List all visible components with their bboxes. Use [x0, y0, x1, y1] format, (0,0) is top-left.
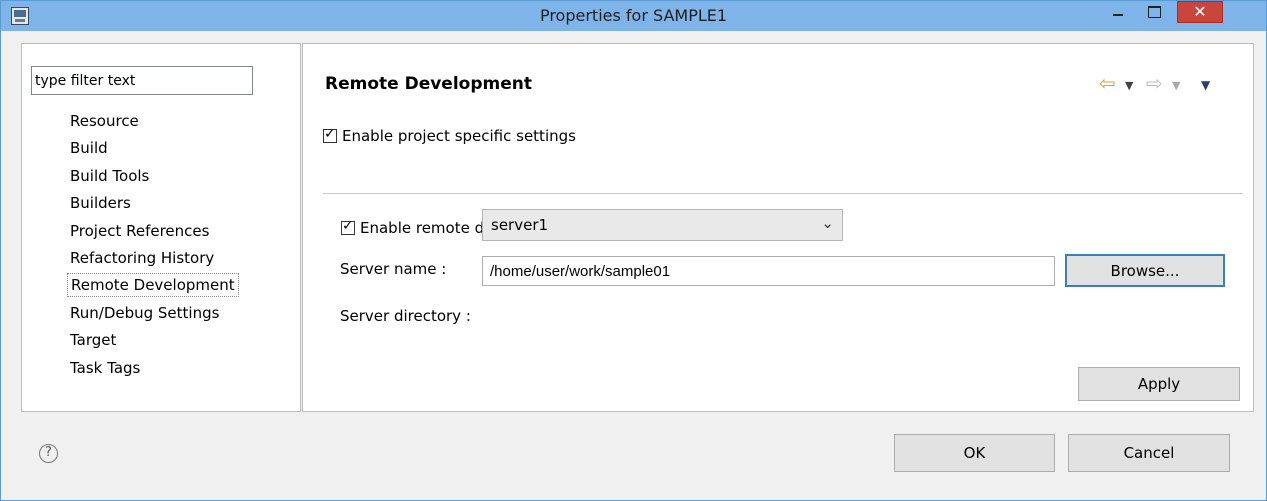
checkbox-icon: [341, 218, 355, 235]
help-icon[interactable]: ?: [39, 444, 58, 463]
checkbox-label: Enable project specific settings: [342, 127, 576, 145]
properties-dialog: Properties for SAMPLE1 ✕ Resource Build …: [0, 0, 1267, 501]
window-title: Properties for SAMPLE1: [539, 6, 728, 25]
chevron-down-icon: ⌄: [821, 214, 834, 232]
close-button[interactable]: ✕: [1177, 1, 1223, 23]
tree-item-label: Refactoring History: [70, 248, 215, 267]
tree-item-label: Run/Debug Settings: [70, 303, 220, 322]
server-directory-label: Server directory :: [340, 307, 471, 325]
tree-item-label: Builders: [70, 194, 131, 213]
close-icon: ✕: [1193, 2, 1207, 21]
tree-item-refactoring-history[interactable]: Refactoring History: [67, 248, 287, 275]
title-bar: Properties for SAMPLE1 ✕: [1, 1, 1266, 31]
server-name-label: Server name :: [340, 260, 447, 278]
forward-dropdown-icon[interactable]: ▼: [1172, 79, 1180, 92]
apply-button[interactable]: Apply: [1078, 367, 1240, 401]
view-menu-icon[interactable]: ▼: [1201, 78, 1210, 92]
tree-item-target[interactable]: Target: [67, 330, 287, 357]
preference-tree: Resource Build Build Tools Builders Proj…: [67, 111, 287, 385]
tree-item-label: Project References: [70, 221, 210, 240]
tree-item-build[interactable]: Build: [67, 138, 287, 165]
tree-item-resource[interactable]: Resource: [67, 111, 287, 138]
tree-item-build-tools[interactable]: Build Tools: [67, 166, 287, 193]
browse-button[interactable]: Browse...: [1065, 254, 1225, 287]
ok-button[interactable]: OK: [894, 434, 1055, 472]
page-header: Remote Development ⇦ ▼ ⇨ ▼ ▼: [303, 44, 1253, 110]
minimize-button[interactable]: [1105, 1, 1131, 23]
maximize-button[interactable]: [1141, 1, 1167, 23]
enable-project-specific-checkbox[interactable]: Enable project specific settings: [323, 126, 576, 145]
checkbox-icon: [323, 126, 337, 143]
tree-item-task-tags[interactable]: Task Tags: [67, 358, 287, 385]
page-title: Remote Development: [325, 74, 532, 94]
back-dropdown-icon[interactable]: ▼: [1125, 79, 1133, 92]
tree-item-label: Build: [70, 139, 108, 158]
tree-item-label: Target: [70, 331, 117, 350]
back-arrow-icon[interactable]: ⇦: [1099, 71, 1116, 95]
tree-item-remote-development[interactable]: Remote Development: [67, 273, 287, 302]
server-name-value: server1: [491, 216, 549, 234]
tree-item-run-debug-settings[interactable]: Run/Debug Settings: [67, 303, 287, 330]
tree-item-project-references[interactable]: Project References: [67, 221, 287, 248]
tree-item-label: Task Tags: [70, 358, 141, 377]
cancel-button[interactable]: Cancel: [1068, 434, 1230, 472]
forward-arrow-icon[interactable]: ⇨: [1146, 71, 1163, 95]
tree-item-label: Build Tools: [70, 166, 150, 185]
separator: [323, 193, 1243, 194]
filter-input[interactable]: [31, 66, 253, 95]
server-directory-input[interactable]: [482, 256, 1055, 286]
tree-item-label: Resource: [70, 112, 139, 130]
tree-item-label: Remote Development: [67, 273, 239, 298]
server-name-select[interactable]: server1 ⌄: [482, 209, 843, 241]
tree-item-builders[interactable]: Builders: [67, 193, 287, 220]
